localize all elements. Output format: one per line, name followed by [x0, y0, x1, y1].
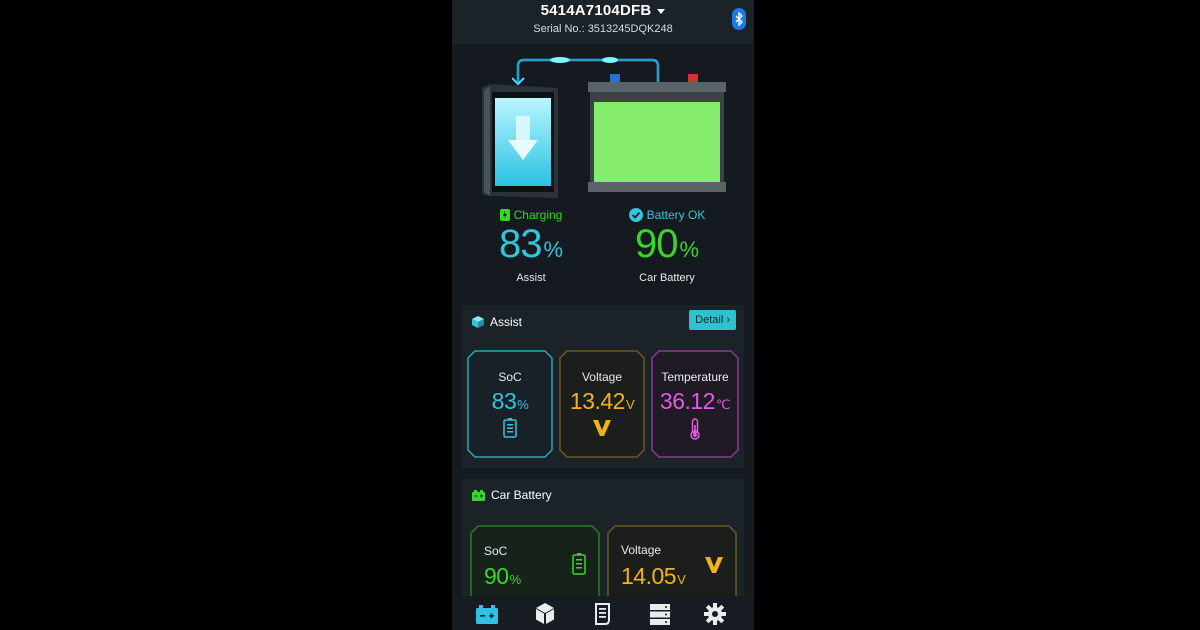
assist-temperature-label: Temperature — [661, 370, 729, 384]
assist-percent-unit: % — [543, 237, 564, 262]
assist-voltage-tile: Voltage 13.42V — [559, 350, 645, 458]
assist-voltage-value: 13.42 — [569, 388, 626, 414]
assist-percent: 83 — [498, 222, 542, 266]
assist-soc-label: SoC — [498, 370, 522, 384]
car-voltage-unit: V — [677, 572, 686, 587]
assist-soc-tile: SoC 83% — [467, 350, 553, 458]
serial-number: Serial No.: 3513245DQK248 — [533, 23, 673, 35]
caret-down-icon — [657, 8, 666, 14]
car-soc-value: 90 — [484, 563, 509, 589]
voltage-icon — [705, 557, 723, 573]
bluetooth-icon[interactable] — [732, 8, 746, 30]
car-battery-section-title: Car Battery — [491, 488, 552, 502]
phone-screen: 5414A7104DFB Serial No.: 3513245DQK248 C… — [452, 0, 754, 630]
assist-section: Assist Detail › SoC 83% Voltage 13.42V T… — [462, 305, 744, 468]
device-selector[interactable]: 5414A7104DFB — [452, 2, 754, 19]
charging-plug-icon — [499, 209, 510, 221]
app-header: 5414A7104DFB Serial No.: 3513245DQK248 — [452, 0, 754, 44]
thermometer-icon — [690, 418, 700, 440]
car-battery-section: Car Battery SoC 90% Voltage 14.05V — [462, 479, 744, 615]
assist-summary: Charging 83% Assist — [476, 208, 586, 284]
assist-status: Charging — [513, 208, 563, 222]
bottom-nav — [452, 596, 754, 630]
car-battery-caption: Car Battery — [639, 272, 695, 284]
nav-gear-icon[interactable] — [702, 602, 728, 626]
assist-temperature-tile: Temperature 36.12℃ — [651, 350, 739, 458]
car-voltage-value: 14.05 — [621, 563, 677, 589]
car-battery-graphic — [588, 74, 726, 192]
car-battery-status: Battery OK — [646, 208, 706, 222]
box-icon — [472, 316, 484, 328]
car-voltage-label: Voltage — [621, 543, 662, 557]
battery-icon — [503, 418, 517, 438]
car-battery-percent-unit: % — [679, 237, 700, 262]
assist-temperature-value: 36.12 — [659, 388, 716, 414]
assist-section-title: Assist — [490, 315, 523, 329]
assist-voltage-unit: V — [625, 397, 635, 412]
nav-box-icon[interactable] — [532, 602, 558, 626]
detail-button-label: Detail — [695, 314, 724, 326]
car-battery-icon — [472, 489, 485, 501]
car-soc-unit: % — [509, 572, 522, 587]
assist-soc-value: 83 — [491, 388, 517, 414]
assist-section-header: Assist — [472, 315, 522, 329]
assist-soc-unit: % — [517, 397, 529, 412]
assist-caption: Assist — [516, 272, 546, 284]
car-soc-label: SoC — [484, 544, 508, 558]
voltage-icon — [593, 420, 611, 436]
car-battery-summary: Battery OK 90% Car Battery — [612, 208, 722, 284]
device-name: 5414A7104DFB — [540, 2, 652, 19]
car-battery-percent: 90 — [634, 222, 678, 266]
assist-voltage-label: Voltage — [581, 370, 623, 384]
nav-document-icon[interactable] — [590, 602, 616, 626]
car-battery-section-header: Car Battery — [472, 488, 552, 502]
battery-icon — [572, 553, 586, 575]
assist-temperature-unit: ℃ — [715, 397, 731, 412]
assist-device-graphic — [482, 84, 558, 198]
nav-server-icon[interactable] — [647, 602, 673, 626]
detail-button[interactable]: Detail › — [689, 310, 736, 330]
check-circle-icon — [628, 208, 643, 222]
nav-battery-status-icon[interactable] — [474, 602, 500, 626]
